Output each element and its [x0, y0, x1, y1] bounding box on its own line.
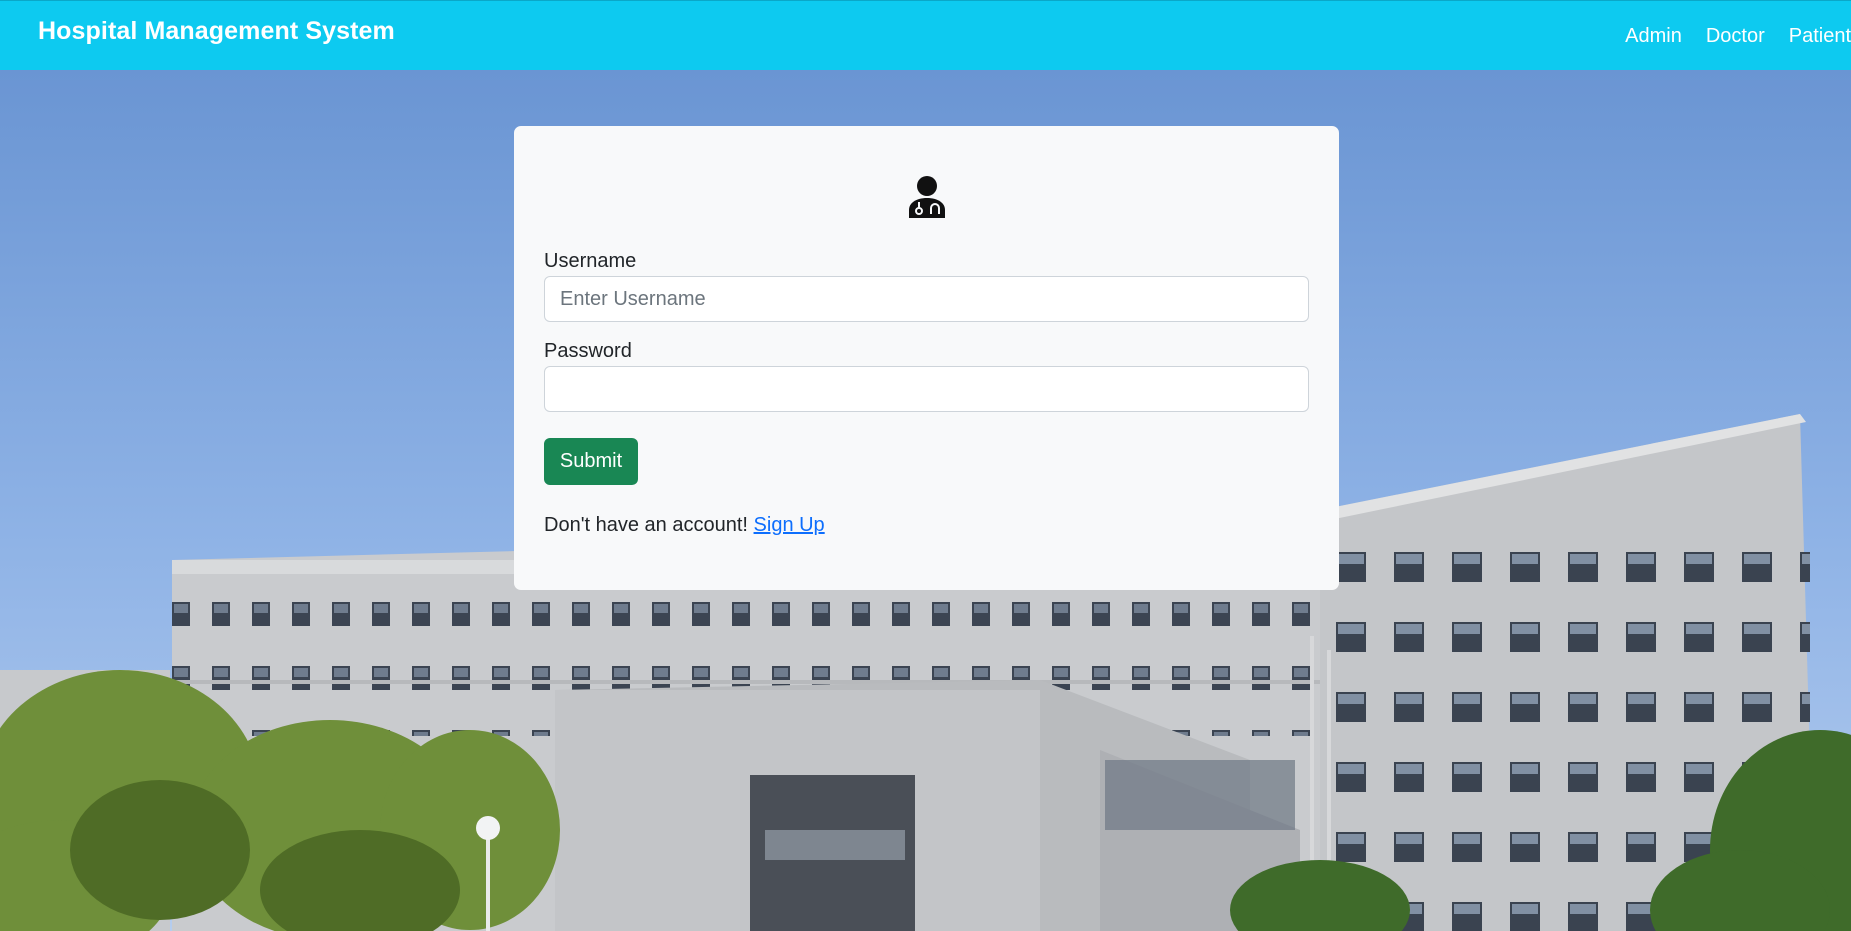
nav-link-patient[interactable]: Patient: [1789, 25, 1851, 48]
nav-link-doctor[interactable]: Doctor: [1706, 25, 1765, 48]
login-card: Username Password Submit Don't have an a…: [514, 126, 1339, 590]
doctor-icon: [909, 176, 945, 218]
username-label: Username: [544, 250, 637, 272]
password-label: Password: [544, 340, 632, 362]
signup-link[interactable]: Sign Up: [754, 514, 825, 536]
username-input[interactable]: [544, 276, 1309, 322]
top-navbar: Hospital Management System Admin Doctor …: [0, 0, 1851, 70]
signup-prompt: Don't have an account!: [544, 514, 748, 536]
nav-links: Admin Doctor Patient: [1601, 25, 1851, 48]
nav-link-admin[interactable]: Admin: [1625, 25, 1682, 48]
brand-title[interactable]: Hospital Management System: [38, 17, 395, 46]
submit-button[interactable]: Submit: [544, 438, 638, 485]
signup-line: Don't have an account! Sign Up: [544, 514, 825, 537]
password-input[interactable]: [544, 366, 1309, 412]
